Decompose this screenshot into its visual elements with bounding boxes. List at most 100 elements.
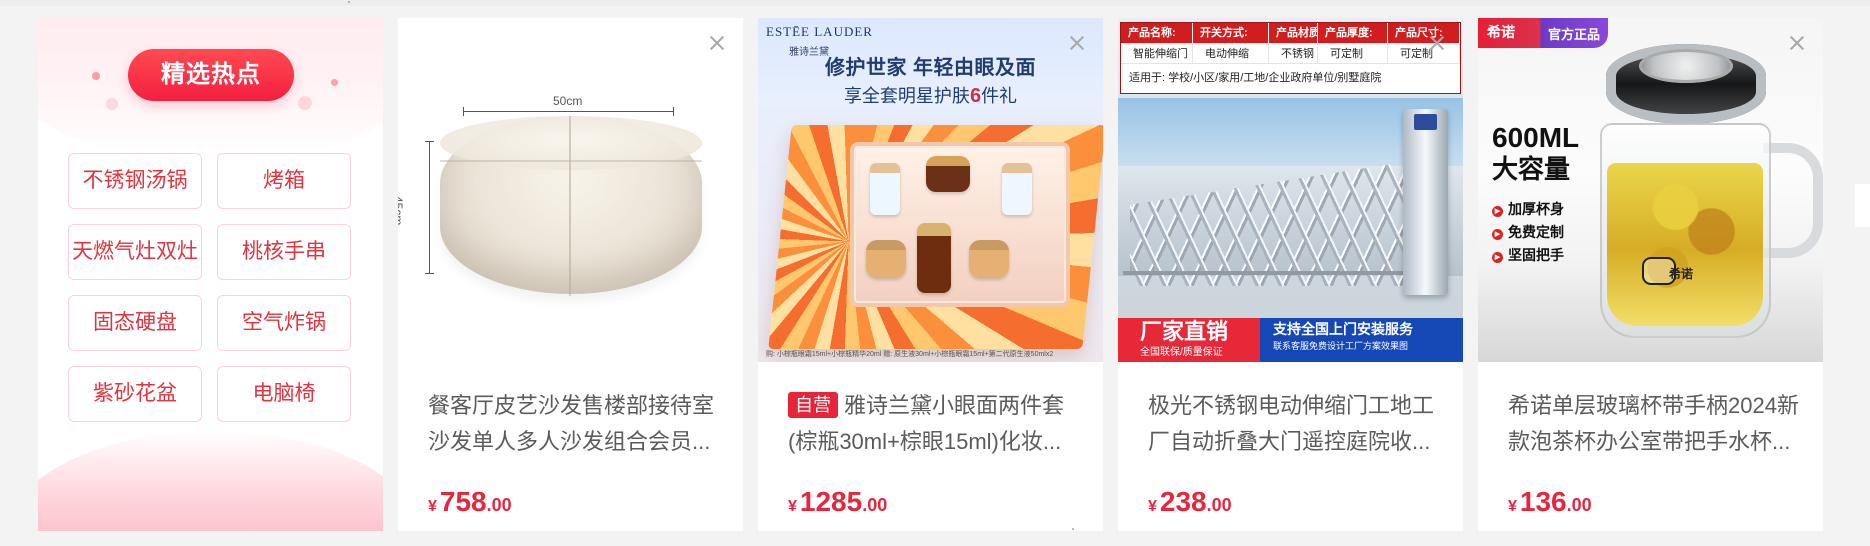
height-dimension-label: 45cm	[398, 196, 405, 226]
product-image-gate[interactable]: 产品名称: 开关方式: 产品材质: 产品厚度: 产品尺寸: 智能伸缩门 电动伸缩…	[1118, 18, 1463, 362]
product-price: ¥758.00	[428, 486, 512, 518]
currency-symbol: ¥	[1508, 498, 1517, 515]
price-decimal: .00	[486, 495, 512, 515]
feature-item: 坚固把手	[1492, 244, 1564, 267]
tea-leaves	[1607, 163, 1763, 326]
close-icon[interactable]	[709, 35, 725, 51]
feature-item: 免费定制	[1492, 221, 1564, 244]
gate-motor-box	[1403, 109, 1448, 295]
hot-tag[interactable]: 桃核手串	[217, 224, 351, 280]
product-jar	[926, 156, 970, 192]
spec-header: 产品名称:	[1121, 23, 1193, 43]
product-title[interactable]: 自营 雅诗兰黛小眼面两件套 (棕瓶30ml+棕眼15ml)化妆...	[788, 388, 1083, 460]
product-title[interactable]: 极光不锈钢电动伸缩门工地工 厂自动折叠大门遥控庭院收...	[1148, 388, 1443, 460]
side-edge-strip	[1855, 184, 1870, 227]
product-serum-bottle	[917, 223, 951, 293]
hot-tag[interactable]: 电脑椅	[217, 366, 351, 422]
factory-direct-banner: 厂家直销 全国联保/质量保证	[1118, 318, 1260, 362]
brand-badge: 希诺 官方正品	[1478, 18, 1608, 48]
product-card-glass-cup[interactable]: 希诺 官方正品 600ML 大容量 加厚杯身 免费定制 坚固把手 希诺 希诺单层…	[1478, 18, 1823, 531]
sofa-seam	[569, 116, 571, 296]
currency-symbol: ¥	[1148, 498, 1157, 515]
product-title[interactable]: 餐客厅皮艺沙发售楼部接待室 沙发单人多人沙发组合会员...	[428, 388, 723, 460]
product-bottle	[870, 163, 900, 215]
application-text: 适用于: 学校/小区/家用/工地/企业政府单位/别墅庭院	[1121, 63, 1460, 93]
spec-header: 产品材质:	[1269, 23, 1324, 43]
width-dimension-line	[463, 107, 674, 116]
spec-value: 不锈钢	[1269, 43, 1318, 63]
recommendation-grid: 精选热点 不锈钢汤锅 烤箱 天燃气灶双灶 桃核手串 固态硬盘 空气炸锅 紫砂花盆…	[0, 0, 1870, 546]
currency-symbol: ¥	[788, 498, 797, 515]
product-title-line: 厂自动折叠大门遥控庭院收...	[1148, 429, 1431, 454]
gate-rail	[1123, 271, 1423, 275]
brand-logo-text: ESTĒE LAUDER	[766, 24, 873, 39]
product-title-line: 希诺单层玻璃杯带手柄2024新	[1508, 393, 1799, 418]
product-card-sofa[interactable]: 50cm 45cm 餐客厅皮艺沙发售楼部接待室 沙发单人多人沙发组合会员... …	[398, 18, 743, 531]
price-decimal: .00	[862, 495, 888, 515]
product-image-glass-cup[interactable]: 希诺 官方正品 600ML 大容量 加厚杯身 免费定制 坚固把手 希诺	[1478, 18, 1823, 362]
close-icon[interactable]	[1069, 35, 1085, 51]
product-image-sofa[interactable]: 50cm 45cm	[398, 18, 743, 362]
hot-tags: 不锈钢汤锅 烤箱 天燃气灶双灶 桃核手串 固态硬盘 空气炸锅 紫砂花盆 电脑椅	[68, 153, 354, 422]
height-dimension-line	[425, 141, 434, 274]
product-title-line: 餐客厅皮艺沙发售楼部接待室	[428, 393, 715, 418]
spec-value: 可定制	[1318, 43, 1388, 63]
product-title-line: 沙发单人多人沙发组合会员...	[428, 429, 711, 454]
price-decimal: .00	[1566, 495, 1592, 515]
hot-tag[interactable]: 不锈钢汤锅	[68, 153, 202, 209]
image-headline: 修护世家 年轻由眼及面	[824, 57, 1037, 79]
gate-display	[1414, 114, 1437, 130]
factory-direct-title: 厂家直销	[1140, 319, 1229, 344]
spec-value: 电动伸缩	[1193, 43, 1269, 63]
decorative-bubble	[92, 72, 100, 80]
close-icon[interactable]	[1789, 35, 1805, 51]
close-icon[interactable]	[1429, 35, 1445, 51]
cup-handle	[1763, 143, 1823, 258]
product-image-skincare[interactable]: ESTĒE LAUDER 雅诗兰黛 修护世家 年轻由眼及面 享全套明星护肤6件礼…	[758, 18, 1103, 362]
installation-service-banner: 支持全国上门安装服务 联系客服免费设计工厂方案效果图	[1260, 318, 1463, 362]
feature-item: 加厚杯身	[1492, 198, 1564, 221]
product-title-line: 款泡茶杯办公室带把手水杯...	[1508, 429, 1791, 454]
width-dimension-label: 50cm	[553, 94, 583, 108]
cup-lid-emblem	[1639, 49, 1733, 83]
product-title-line: (棕瓶30ml+棕眼15ml)化妆...	[788, 429, 1062, 454]
separator-dot	[1072, 528, 1074, 530]
spec-header: 产品厚度:	[1318, 23, 1388, 43]
hot-topics-panel: 精选热点 不锈钢汤锅 烤箱 天燃气灶双灶 桃核手串 固态硬盘 空气炸锅 紫砂花盆…	[38, 18, 383, 531]
hot-tag[interactable]: 烤箱	[217, 153, 351, 209]
spec-value: 智能伸缩门	[1121, 43, 1193, 63]
specification-table: 产品名称: 开关方式: 产品材质: 产品厚度: 产品尺寸: 智能伸缩门 电动伸缩…	[1120, 22, 1461, 94]
brand-name: 希诺	[1487, 24, 1515, 40]
product-jar	[969, 240, 1009, 278]
capacity-chinese-label: 大容量	[1492, 154, 1571, 184]
decorative-bubble	[298, 96, 312, 110]
hot-tag[interactable]: 固态硬盘	[68, 295, 202, 351]
official-product-label: 官方正品	[1548, 27, 1601, 42]
spec-header: 产品尺寸:	[1388, 23, 1460, 43]
installation-service-subtitle: 联系客服免费设计工厂方案效果图	[1273, 341, 1409, 351]
image-subhead-number: 6	[969, 85, 982, 107]
product-card-gate[interactable]: 产品名称: 开关方式: 产品材质: 产品厚度: 产品尺寸: 智能伸缩门 电动伸缩…	[1118, 18, 1463, 531]
image-subhead-prefix: 享全套明星护肤	[843, 86, 970, 106]
price-integer: 238	[1159, 486, 1207, 517]
product-title[interactable]: 希诺单层玻璃杯带手柄2024新 款泡茶杯办公室带把手水杯...	[1508, 388, 1803, 460]
top-strip	[0, 0, 1870, 6]
hot-tag[interactable]: 紫砂花盆	[68, 366, 202, 422]
decorative-bubble	[331, 79, 338, 86]
separator-dot	[348, 1, 350, 3]
product-jar	[866, 240, 906, 278]
product-bottle	[1002, 163, 1032, 215]
price-decimal: .00	[1206, 495, 1232, 515]
feature-list: 加厚杯身 免费定制 坚固把手	[1492, 198, 1564, 267]
price-integer: 1285	[799, 486, 863, 517]
image-subhead-suffix: 件礼	[981, 86, 1018, 106]
image-fine-print: 购: 小棕瓶眼霜15ml+小棕瓶精华20ml 赠: 原生液30ml+小棕瓶眼霜1…	[766, 351, 1054, 358]
capacity-label: 600ML	[1492, 122, 1580, 153]
factory-direct-subtitle: 全国联保/质量保证	[1140, 347, 1223, 358]
product-price: ¥1285.00	[788, 486, 887, 518]
hot-tag[interactable]: 天燃气灶双灶	[68, 224, 202, 280]
product-title-text: 雅诗兰黛小眼面两件套	[844, 393, 1065, 418]
hot-tag[interactable]: 空气炸锅	[217, 295, 351, 351]
price-integer: 758	[439, 486, 487, 517]
product-card-skincare[interactable]: ESTĒE LAUDER 雅诗兰黛 修护世家 年轻由眼及面 享全套明星护肤6件礼…	[758, 18, 1103, 531]
